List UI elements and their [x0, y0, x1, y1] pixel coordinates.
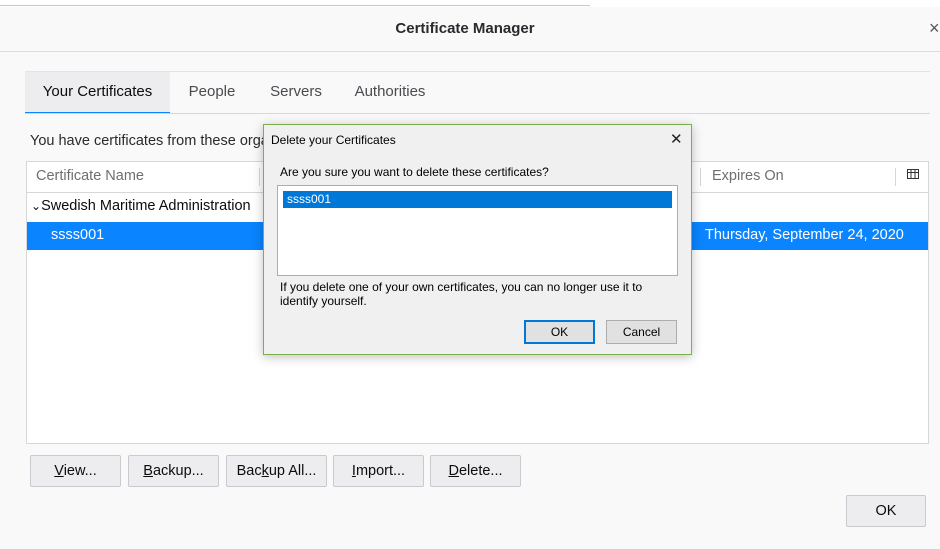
window-titlebar: Certificate Manager ×: [0, 7, 940, 52]
dialog-close-icon[interactable]: ✕: [670, 130, 683, 148]
certificate-name: ssss001: [51, 227, 105, 243]
delete-access-key: D: [448, 463, 459, 479]
intro-text: You have certificates from these orga: [30, 133, 269, 149]
list-item[interactable]: ssss001: [283, 191, 672, 208]
chevron-down-icon[interactable]: ⌄: [31, 199, 41, 213]
backup-all-access-key: k: [261, 463, 269, 479]
view-access-key: V: [54, 463, 64, 479]
import-button[interactable]: Import...: [333, 455, 424, 487]
tab-your-certificates[interactable]: Your Certificates: [25, 72, 170, 114]
group-label: ⌄Swedish Maritime Administration: [31, 198, 251, 214]
dialog-ok-button[interactable]: OK: [524, 320, 595, 344]
backup-all-label-post: up All...: [268, 463, 317, 479]
backup-all-label-pre: Bac: [236, 463, 262, 479]
group-name: Swedish Maritime Administration: [41, 198, 251, 214]
certificate-expiry: Thursday, September 24, 2020: [705, 227, 904, 243]
view-button[interactable]: View...: [30, 455, 121, 487]
tab-authorities[interactable]: Authorities: [345, 72, 435, 112]
column-separator[interactable]: [895, 168, 896, 186]
dialog-question: Are you sure you want to delete these ce…: [280, 165, 549, 179]
column-picker-icon[interactable]: [907, 168, 919, 182]
backup-button[interactable]: Backup...: [128, 455, 219, 487]
backup-access-key: B: [143, 463, 153, 479]
backup-label-post: ackup...: [152, 463, 204, 479]
import-label-post: mport...: [355, 463, 406, 479]
ok-button[interactable]: OK: [846, 495, 926, 527]
view-label-post: iew...: [63, 463, 97, 479]
tab-bar-underline: [25, 113, 930, 114]
window-close-icon[interactable]: ×: [929, 18, 940, 39]
dialog-title: Delete your Certificates: [271, 133, 396, 147]
tab-servers[interactable]: Servers: [261, 72, 331, 112]
column-certificate-name[interactable]: Certificate Name: [36, 168, 144, 184]
backup-all-button[interactable]: Backup All...: [226, 455, 327, 487]
top-strip-line: [0, 5, 590, 6]
column-separator[interactable]: [700, 168, 701, 186]
column-separator[interactable]: [259, 168, 260, 186]
column-expires-on[interactable]: Expires On: [712, 168, 784, 184]
delete-certificates-dialog: Delete your Certificates ✕ Are you sure …: [263, 124, 692, 355]
dialog-warning: If you delete one of your own certificat…: [280, 280, 643, 308]
delete-label-post: elete...: [458, 463, 503, 479]
top-strip: [0, 0, 940, 7]
tab-people[interactable]: People: [177, 72, 247, 112]
window-title: Certificate Manager: [395, 20, 535, 37]
delete-button[interactable]: Delete...: [430, 455, 521, 487]
certificate-list[interactable]: ssss001: [277, 185, 678, 276]
tab-bar: Your Certificates People Servers Authori…: [25, 71, 930, 114]
dialog-cancel-button[interactable]: Cancel: [606, 320, 677, 344]
